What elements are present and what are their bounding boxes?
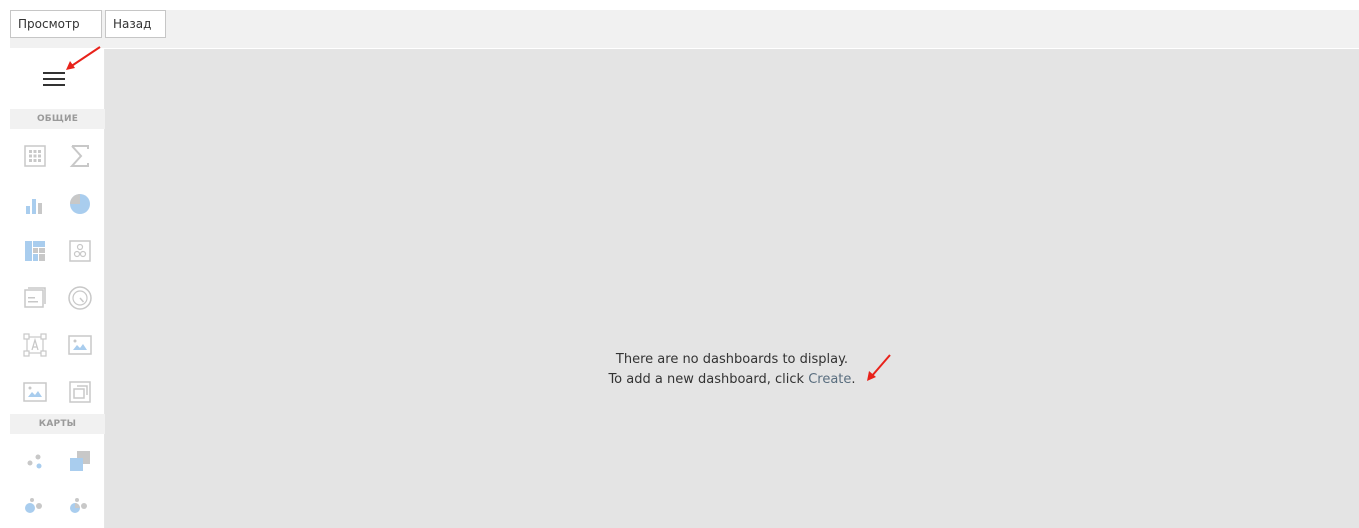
empty-state-line2: To add a new dashboard, click Create.	[105, 370, 1359, 390]
tab-view[interactable]: Просмотр	[10, 10, 102, 38]
group-header-general: ОБЩИЕ	[10, 109, 105, 129]
treemap-item[interactable]	[20, 236, 50, 266]
geo-point-map-icon	[27, 454, 42, 469]
dashboard-designer: Просмотр Назад ОБЩИЕ КАРТЫ There are no …	[0, 0, 1359, 528]
bar-chart-icon	[26, 199, 42, 214]
group-header-maps: КАРТЫ	[10, 414, 105, 434]
bound-image-item[interactable]	[20, 377, 50, 407]
bound-image-icon	[23, 382, 47, 402]
pie-map-icon	[70, 498, 87, 513]
text-box-icon	[23, 333, 47, 357]
gauge-item[interactable]	[65, 283, 95, 313]
card-item[interactable]	[20, 283, 50, 313]
empty-state-line1: There are no dashboards to display.	[615, 352, 849, 367]
sum-item[interactable]	[65, 141, 95, 171]
empty-state-prefix: To add a new dashboard, click	[608, 372, 809, 387]
grid-icon	[24, 145, 46, 167]
empty-state-suffix: .	[851, 372, 856, 387]
sum-icon	[69, 145, 89, 167]
toolbar	[10, 10, 1359, 48]
geo-point-map-item[interactable]	[20, 446, 50, 476]
toolbox-sidebar: ОБЩИЕ КАРТЫ	[10, 49, 105, 528]
group-icon	[69, 381, 91, 403]
empty-state-message: There are no dashboards to display. To a…	[105, 350, 1359, 390]
group-item[interactable]	[65, 377, 95, 407]
dashboard-canvas: There are no dashboards to display. To a…	[105, 49, 1359, 528]
tab-back[interactable]: Назад	[105, 10, 166, 38]
card-icon	[24, 287, 46, 308]
choropleth-map-icon	[70, 451, 90, 471]
hamburger-icon	[43, 72, 65, 86]
text-box-item[interactable]	[20, 330, 50, 360]
gauge-icon	[68, 286, 92, 310]
choropleth-map-item[interactable]	[65, 446, 95, 476]
menu-button[interactable]	[10, 49, 105, 109]
bubble-map-item[interactable]	[20, 490, 50, 520]
create-link[interactable]: Create	[808, 372, 851, 387]
pie-map-item[interactable]	[65, 490, 95, 520]
pie-chart-icon	[70, 194, 90, 214]
scatter-icon	[69, 240, 91, 262]
bubble-map-icon	[25, 498, 42, 513]
image-icon	[68, 335, 92, 355]
pie-chart-item[interactable]	[65, 189, 95, 219]
scatter-item[interactable]	[65, 236, 95, 266]
bar-chart-item[interactable]	[20, 189, 50, 219]
image-item[interactable]	[65, 330, 95, 360]
treemap-icon	[25, 241, 45, 261]
grid-item[interactable]	[20, 141, 50, 171]
